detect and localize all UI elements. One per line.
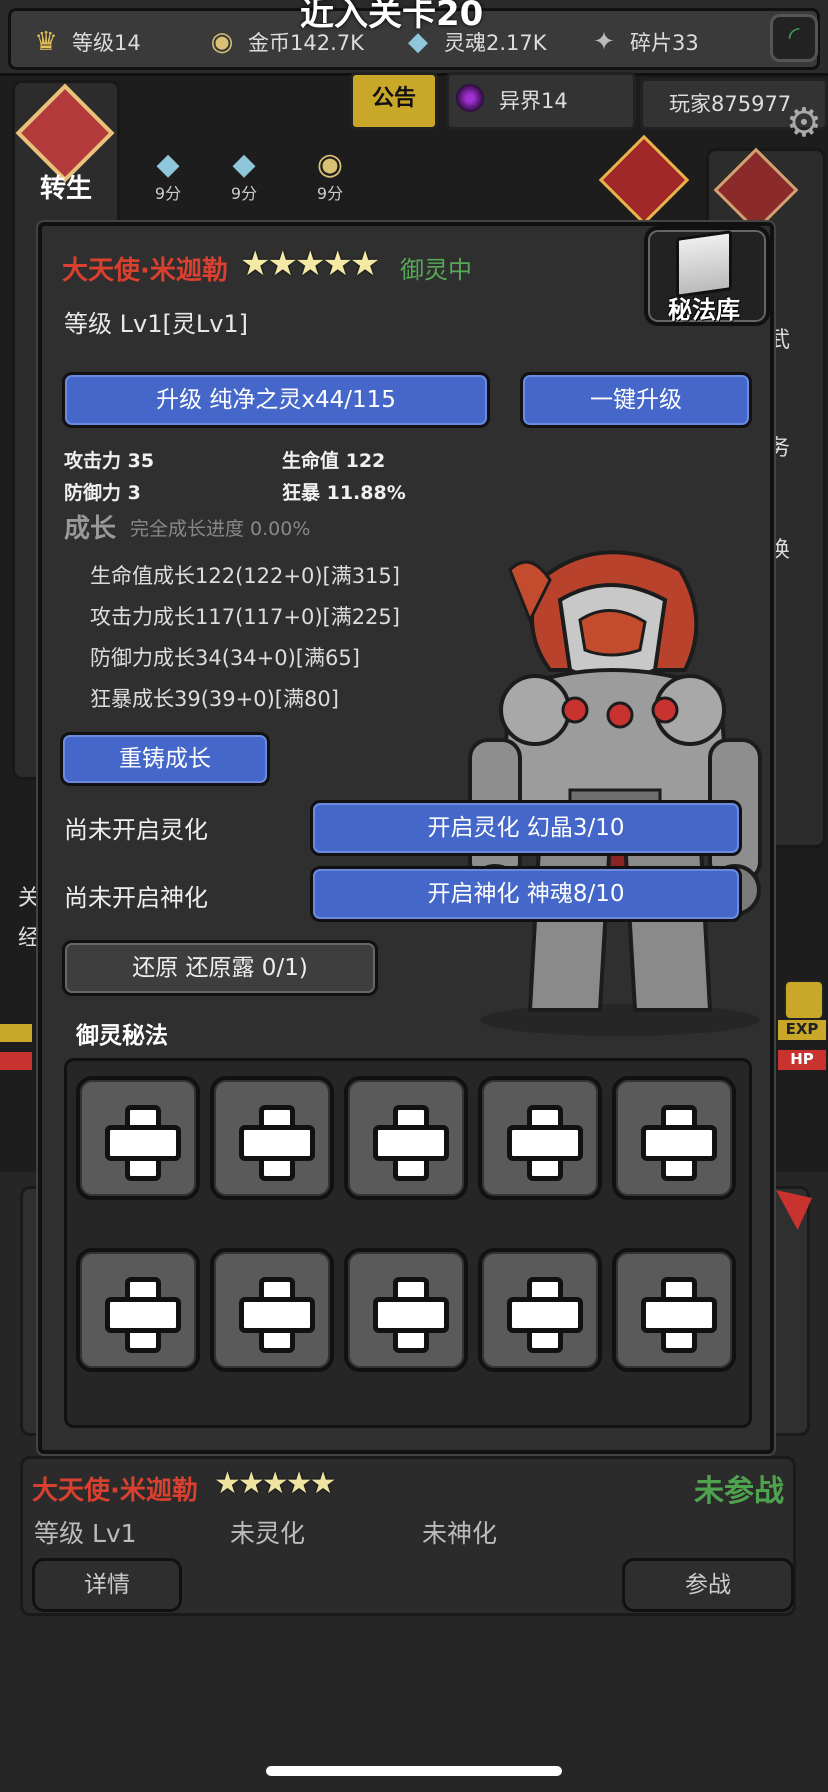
divine-status-label: 尚未开启神化 bbox=[64, 884, 208, 912]
star-rating: ★★★★★ bbox=[240, 244, 380, 284]
exp-tag: EXP bbox=[778, 1020, 826, 1040]
card-divine-state: 未神化 bbox=[422, 1519, 498, 1548]
portal-icon bbox=[456, 84, 484, 112]
spirit-status-label: 尚未开启灵化 bbox=[64, 816, 208, 844]
resource-level-label: 等级14 bbox=[72, 31, 141, 55]
exp-bar bbox=[0, 1024, 32, 1042]
spell-slot[interactable] bbox=[344, 1248, 468, 1372]
fragment-icon: ✦ bbox=[593, 27, 615, 57]
spell-slot[interactable] bbox=[210, 1076, 334, 1200]
home-indicator[interactable] bbox=[266, 1766, 562, 1776]
growth-line: 攻击力成长117(117+0)[满225] bbox=[90, 605, 400, 629]
card-status: 未参战 bbox=[694, 1474, 784, 1509]
hp-bar bbox=[0, 1052, 32, 1070]
resource-level: ♛ 等级14 bbox=[26, 22, 141, 62]
hp-tag: HP bbox=[778, 1050, 826, 1070]
resource-soul-label: 灵魂2.17K bbox=[444, 31, 547, 55]
resource-soul: ◆ 灵魂2.17K bbox=[398, 22, 547, 62]
character-name: 大天使·米迦勒 bbox=[62, 256, 228, 286]
add-icon bbox=[235, 1273, 315, 1353]
growth-progress: 完全成长进度 0.00% bbox=[130, 518, 311, 540]
character-portrait bbox=[468, 550, 762, 1036]
growth-title: 成长 bbox=[64, 514, 117, 544]
defense-stat: 防御力 3 bbox=[64, 482, 141, 504]
buff-item: ◆ 9分 bbox=[138, 147, 198, 204]
crown-icon: ♛ bbox=[34, 27, 58, 57]
upgrade-button[interactable]: 升级 纯净之灵x44/115 bbox=[62, 372, 490, 428]
resource-gold: ◉ 金币142.7K bbox=[202, 22, 364, 62]
growth-line: 狂暴成长39(39+0)[满80] bbox=[90, 687, 339, 711]
buff-timer: 9分 bbox=[230, 184, 258, 203]
resource-fragment-label: 碎片33 bbox=[630, 31, 699, 55]
restore-button[interactable]: 还原 还原露 0/1) bbox=[62, 940, 378, 996]
spell-slot[interactable] bbox=[478, 1248, 602, 1372]
coin-icon: ◉ bbox=[210, 27, 234, 57]
add-icon bbox=[369, 1101, 449, 1181]
soul-icon: ◆ bbox=[232, 147, 256, 182]
side-fragment: 经 bbox=[18, 926, 41, 951]
signal-icon[interactable]: ◜ bbox=[770, 14, 818, 62]
attack-stat: 攻击力 35 bbox=[64, 450, 155, 472]
buff-timer: 9分 bbox=[316, 184, 344, 203]
unlock-spirit-button[interactable]: 开启灵化 幻晶3/10 bbox=[310, 800, 742, 856]
add-icon bbox=[101, 1101, 181, 1181]
character-level: 等级 Lv1[灵Lv1] bbox=[64, 310, 249, 338]
add-icon bbox=[637, 1101, 717, 1181]
buff-item: ◆ 9分 bbox=[214, 147, 274, 204]
spell-slot[interactable] bbox=[76, 1248, 200, 1372]
card-character-name: 大天使·米迦勒 bbox=[32, 1476, 198, 1506]
card-star-rating: ★★★★★ bbox=[214, 1466, 336, 1501]
add-icon bbox=[101, 1273, 181, 1353]
buff-timer: 9分 bbox=[154, 184, 182, 203]
join-battle-button[interactable]: 参战 bbox=[622, 1558, 794, 1612]
growth-line: 防御力成长34(34+0)[满65] bbox=[90, 646, 360, 670]
add-icon bbox=[503, 1101, 583, 1181]
hp-stat: 生命值 122 bbox=[282, 450, 386, 472]
rebirth-label[interactable]: 转生 bbox=[40, 168, 92, 205]
unlock-divine-button[interactable]: 开启神化 神魂8/10 bbox=[310, 866, 742, 922]
resource-gold-label: 金币142.7K bbox=[248, 31, 364, 55]
card-spirit-state: 未灵化 bbox=[230, 1519, 306, 1548]
spell-slot[interactable] bbox=[612, 1076, 736, 1200]
card-level: 等级 Lv1 bbox=[34, 1519, 137, 1548]
soul-icon: ◆ bbox=[408, 27, 428, 57]
gear-icon[interactable]: ⚙ bbox=[786, 100, 822, 146]
crit-stat: 狂暴 11.88% bbox=[282, 482, 406, 504]
add-icon bbox=[369, 1273, 449, 1353]
side-fragment: 关 bbox=[18, 886, 41, 911]
spell-slot[interactable] bbox=[76, 1076, 200, 1200]
spell-slot[interactable] bbox=[478, 1076, 602, 1200]
spell-slot[interactable] bbox=[210, 1248, 334, 1372]
add-icon bbox=[235, 1101, 315, 1181]
soul-icon: ◆ bbox=[156, 147, 180, 182]
add-icon bbox=[637, 1273, 717, 1353]
buff-item: ◉ 9分 bbox=[300, 147, 360, 204]
spell-section-title: 御灵秘法 bbox=[76, 1023, 168, 1049]
sword-icon bbox=[784, 980, 824, 1020]
coin-icon: ◉ bbox=[316, 147, 344, 182]
resource-fragment: ✦ 碎片33 bbox=[584, 22, 699, 62]
notice-tab[interactable]: 公告 bbox=[350, 72, 438, 130]
trophy-icon[interactable] bbox=[598, 134, 690, 226]
book-icon bbox=[676, 230, 732, 298]
spell-slot[interactable] bbox=[612, 1248, 736, 1372]
add-icon bbox=[503, 1273, 583, 1353]
character-status: 御灵中 bbox=[400, 256, 472, 284]
reforge-growth-button[interactable]: 重铸成长 bbox=[60, 732, 270, 786]
spell-slot[interactable] bbox=[344, 1076, 468, 1200]
secret-library-label[interactable]: 秘法库 bbox=[668, 290, 740, 325]
auto-upgrade-button[interactable]: 一键升级 bbox=[520, 372, 752, 428]
detail-button[interactable]: 详情 bbox=[32, 1558, 182, 1612]
growth-line: 生命值成长122(122+0)[满315] bbox=[90, 564, 400, 588]
